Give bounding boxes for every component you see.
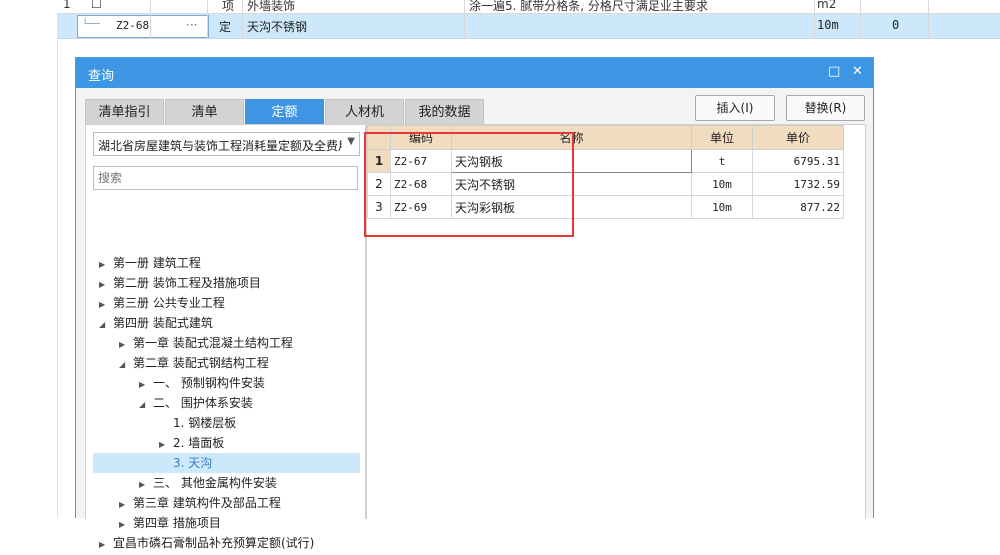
tree-item[interactable]: ▶ 第三册 公共专业工程 <box>99 293 225 313</box>
row-price[interactable]: 6795.31 <box>752 149 844 173</box>
row-type: 项 <box>222 0 235 13</box>
tab-materials[interactable]: 人材机 <box>325 99 404 125</box>
row-unit: 10m <box>817 18 839 32</box>
row-unit: m2 <box>817 0 837 11</box>
row-desc: 涂一遍5. 腻带分格条, 分格尺寸满足业主要求 <box>469 0 708 13</box>
expand-icon[interactable]: ▶ <box>99 295 113 315</box>
divider <box>814 0 815 38</box>
maximize-icon[interactable]: □ <box>828 64 840 79</box>
tree-line-icon: └── <box>82 19 101 30</box>
expand-icon[interactable]: ▶ <box>139 375 153 395</box>
row-header-strip <box>0 40 58 517</box>
query-dialog: 查询 □ ✕ 清单指引 清单 定额 人材机 我的数据 插入(I) 替换(R) 湖… <box>75 57 874 550</box>
divider <box>928 0 929 38</box>
table-row[interactable]: 1 ☐ 项 外墙装饰 涂一遍5. 腻带分格条, 分格尺寸满足业主要求 m2 <box>57 0 1000 14</box>
dialog-title: 查询 <box>88 69 115 84</box>
tree-item[interactable]: ▶ 第四章 措施项目 <box>119 513 221 533</box>
column-header-unit[interactable]: 单位 <box>691 125 753 150</box>
divider <box>464 0 465 38</box>
expand-icon[interactable]: ▶ <box>99 255 113 275</box>
annotation-highlight-box <box>364 132 574 237</box>
row-checkbox[interactable]: ☐ <box>91 0 102 11</box>
quota-library-select[interactable]: 湖北省房屋建筑与装饰工程消耗量定额及全费用 ▼ <box>93 132 360 156</box>
expand-icon[interactable]: ▶ <box>119 515 133 535</box>
expand-icon[interactable]: ▶ <box>139 475 153 495</box>
tree-item[interactable]: ▶ 三、 其他金属构件安装 <box>139 473 277 493</box>
tree-item[interactable]: ▶ 第一册 建筑工程 <box>99 253 201 273</box>
expand-icon[interactable]: ▶ <box>99 535 113 555</box>
row-unit[interactable]: t <box>691 149 753 173</box>
row-code: Z2-68 <box>116 19 150 32</box>
quota-tree-panel: 湖北省房屋建筑与装饰工程消耗量定额及全费用 ▼ ▶第一册 建筑工程 ▶第二册 装… <box>85 124 366 550</box>
tree-item[interactable]: ◢ 第四册 装配式建筑 <box>99 313 213 333</box>
replace-button[interactable]: 替换(R) <box>786 95 865 121</box>
row-price[interactable]: 877.22 <box>752 195 844 219</box>
tab-list-guide[interactable]: 清单指引 <box>85 99 164 125</box>
quota-library-value: 湖北省房屋建筑与装饰工程消耗量定额及全费用 <box>98 139 342 153</box>
close-icon[interactable]: ✕ <box>852 64 863 79</box>
background-grid: 1 ☐ 项 外墙装饰 涂一遍5. 腻带分格条, 分格尺寸满足业主要求 m2 └─… <box>0 0 1000 40</box>
divider <box>150 0 151 38</box>
tree-item[interactable]: ▶ 第三章 建筑构件及部品工程 <box>119 493 281 513</box>
row-number: 1 <box>63 0 71 11</box>
expand-icon[interactable]: ▶ <box>119 495 133 515</box>
row-type: 定 <box>219 20 232 34</box>
row-qty: 0 <box>892 18 900 32</box>
tree-selection-highlight <box>93 453 360 473</box>
tree-item[interactable]: ▶ 宜昌市磷石膏制品补充预算定额(试行) <box>99 533 314 553</box>
divider <box>207 0 208 38</box>
chevron-down-icon: ▼ <box>347 136 355 147</box>
more-button[interactable]: ··· <box>186 18 197 32</box>
row-name: 外墙装饰 <box>247 0 296 13</box>
tree-item[interactable]: 1. 钢楼层板 <box>173 413 236 433</box>
divider <box>242 0 243 38</box>
row-unit[interactable]: 10m <box>691 172 753 196</box>
tree-item[interactable]: ▶ 2. 墙面板 <box>159 433 224 453</box>
collapse-icon[interactable]: ◢ <box>99 315 113 335</box>
dialog-titlebar[interactable]: 查询 □ ✕ <box>76 58 873 88</box>
expand-icon[interactable]: ▶ <box>159 435 173 455</box>
expand-icon[interactable]: ▶ <box>99 275 113 295</box>
row-price[interactable]: 1732.59 <box>752 172 844 196</box>
tree-item[interactable]: ◢ 二、 围护体系安装 <box>139 393 253 413</box>
row-name: 天沟不锈钢 <box>247 20 308 34</box>
collapse-icon[interactable]: ◢ <box>119 355 133 375</box>
tree-item[interactable]: ▶ 第一章 装配式混凝土结构工程 <box>119 333 293 353</box>
tab-my-data[interactable]: 我的数据 <box>405 99 484 125</box>
tree-item[interactable]: ◢ 第二章 装配式钢结构工程 <box>119 353 269 373</box>
search-input[interactable] <box>93 166 358 190</box>
collapse-icon[interactable]: ◢ <box>139 395 153 415</box>
tree-item[interactable]: ▶ 第二册 装饰工程及措施项目 <box>99 273 261 293</box>
table-row-selected[interactable]: └── Z2-68 ··· 定 天沟不锈钢 10m 0 <box>57 14 1000 39</box>
insert-button[interactable]: 插入(I) <box>695 95 775 121</box>
row-unit[interactable]: 10m <box>691 195 753 219</box>
divider <box>860 0 861 38</box>
tab-list[interactable]: 清单 <box>165 99 244 125</box>
code-cell[interactable]: └── Z2-68 ··· <box>77 15 209 38</box>
tab-quota[interactable]: 定额 <box>245 99 324 125</box>
expand-icon[interactable]: ▶ <box>119 335 133 355</box>
tree-item[interactable]: ▶ 一、 预制钢构件安装 <box>139 373 265 393</box>
column-header-price[interactable]: 单价 <box>752 125 844 150</box>
tree-item-selected[interactable]: 3. 天沟 <box>173 453 212 473</box>
